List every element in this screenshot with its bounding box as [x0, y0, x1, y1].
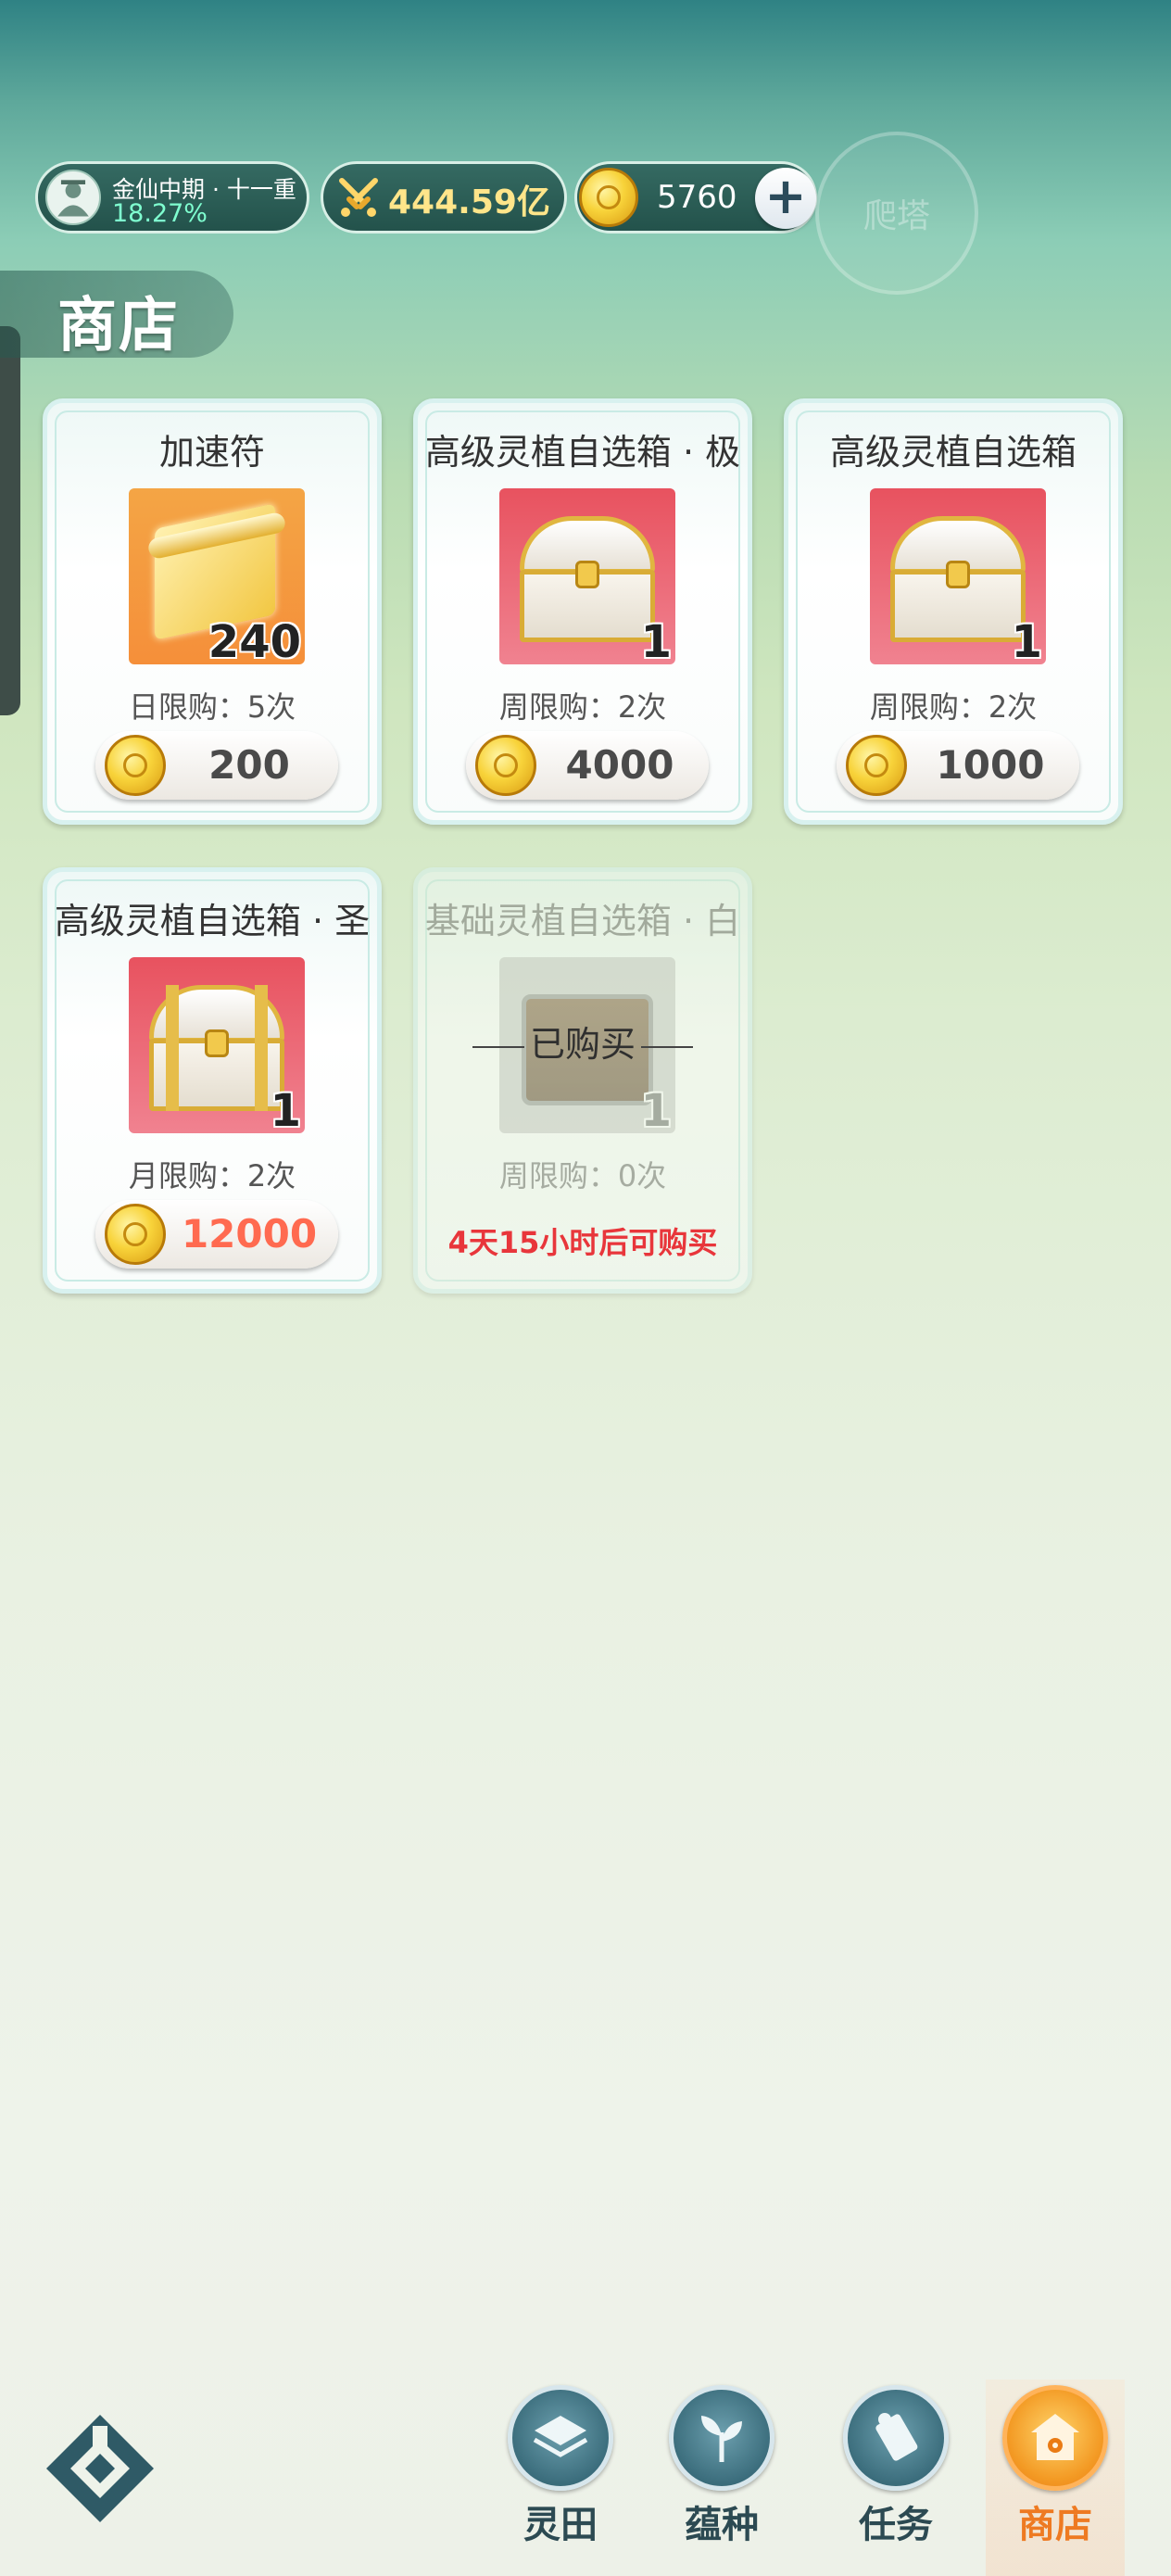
item-quantity: 1 [640, 616, 672, 664]
item-price: 1000 [936, 742, 1045, 788]
shop-item-card[interactable]: 高级灵植自选箱 · 圣 1 月限购：2次 12000 [43, 867, 382, 1294]
chest-icon: 1 [499, 488, 675, 664]
item-name: 高级灵植自选箱 [829, 432, 1077, 473]
buy-button[interactable]: 1000 [837, 731, 1079, 800]
field-icon [508, 2385, 613, 2491]
side-drawer-handle[interactable] [0, 326, 20, 715]
purchased-status: 已购买 [413, 1016, 752, 1067]
item-quantity: 240 [208, 616, 301, 664]
add-coins-button[interactable]: + [755, 168, 816, 229]
chest-icon: 1 [129, 957, 305, 1133]
crossed-swords-icon [339, 178, 378, 217]
nav-label: 灵田 [523, 2504, 598, 2546]
nav-seed[interactable]: 蕴种 [652, 2380, 791, 2576]
item-quantity: 1 [270, 1085, 301, 1133]
purchase-limit: 周限购：2次 [498, 689, 667, 725]
nav-field[interactable]: 灵田 [491, 2380, 630, 2576]
buy-button[interactable]: 4000 [466, 731, 709, 800]
shop-item-card[interactable]: 高级灵植自选箱 · 极 1 周限购：2次 4000 [413, 398, 752, 825]
gold-coin-icon [105, 1204, 166, 1265]
purchase-limit: 周限购：2次 [869, 689, 1038, 725]
item-name: 加速符 [158, 432, 265, 473]
gold-coin-icon [579, 168, 638, 227]
shop-item-card[interactable]: 加速符 240 日限购：5次 200 [43, 398, 382, 825]
restock-timer: 4天15小时后可购买 [447, 1225, 718, 1260]
combat-power[interactable]: 444.59亿 [321, 161, 567, 234]
nav-task[interactable]: 任务 [826, 2380, 965, 2576]
home-logo-icon[interactable] [39, 2407, 161, 2530]
shop-icon [1002, 2385, 1108, 2491]
realm-progress: 18.27% [112, 199, 208, 228]
tower-button[interactable]: 爬塔 [815, 132, 978, 295]
item-price: 4000 [565, 742, 674, 788]
shop-item-card[interactable]: 高级灵植自选箱 1 周限购：2次 1000 [784, 398, 1123, 825]
coin-balance: 5760 + [574, 161, 817, 234]
buy-button[interactable]: 12000 [95, 1200, 338, 1269]
gold-coin-icon [475, 735, 536, 796]
scroll-task-icon [843, 2385, 949, 2491]
sprout-icon [669, 2385, 774, 2491]
item-price: 200 [208, 742, 290, 788]
item-quantity: 1 [1011, 616, 1042, 664]
item-name: 高级灵植自选箱 · 圣 [54, 901, 371, 941]
nav-label: 任务 [859, 2504, 933, 2546]
nav-label: 商店 [1018, 2504, 1092, 2546]
nav-label: 蕴种 [685, 2504, 759, 2546]
shop-title-bar: 商店 [0, 271, 233, 360]
coin-value: 5760 [657, 179, 737, 216]
purchase-limit: 日限购：5次 [128, 689, 296, 725]
scroll-icon: 240 [129, 488, 305, 664]
gold-coin-icon [105, 735, 166, 796]
item-name: 高级灵植自选箱 · 极 [424, 432, 741, 473]
nav-shop[interactable]: 商店 [986, 2380, 1125, 2576]
avatar-icon [45, 170, 101, 225]
purchase-limit: 月限购：2次 [128, 1158, 296, 1193]
buy-button[interactable]: 200 [95, 731, 338, 800]
power-value: 444.59亿 [388, 183, 550, 221]
item-price: 12000 [181, 1211, 318, 1256]
purchased-overlay: 已购买 4天15小时后可购买 [413, 867, 752, 1294]
realm-status[interactable]: 金仙中期 · 十一重 18.27% [35, 161, 309, 234]
page-title: 商店 [57, 292, 180, 360]
gold-coin-icon [846, 735, 907, 796]
chest-icon: 1 [870, 488, 1046, 664]
